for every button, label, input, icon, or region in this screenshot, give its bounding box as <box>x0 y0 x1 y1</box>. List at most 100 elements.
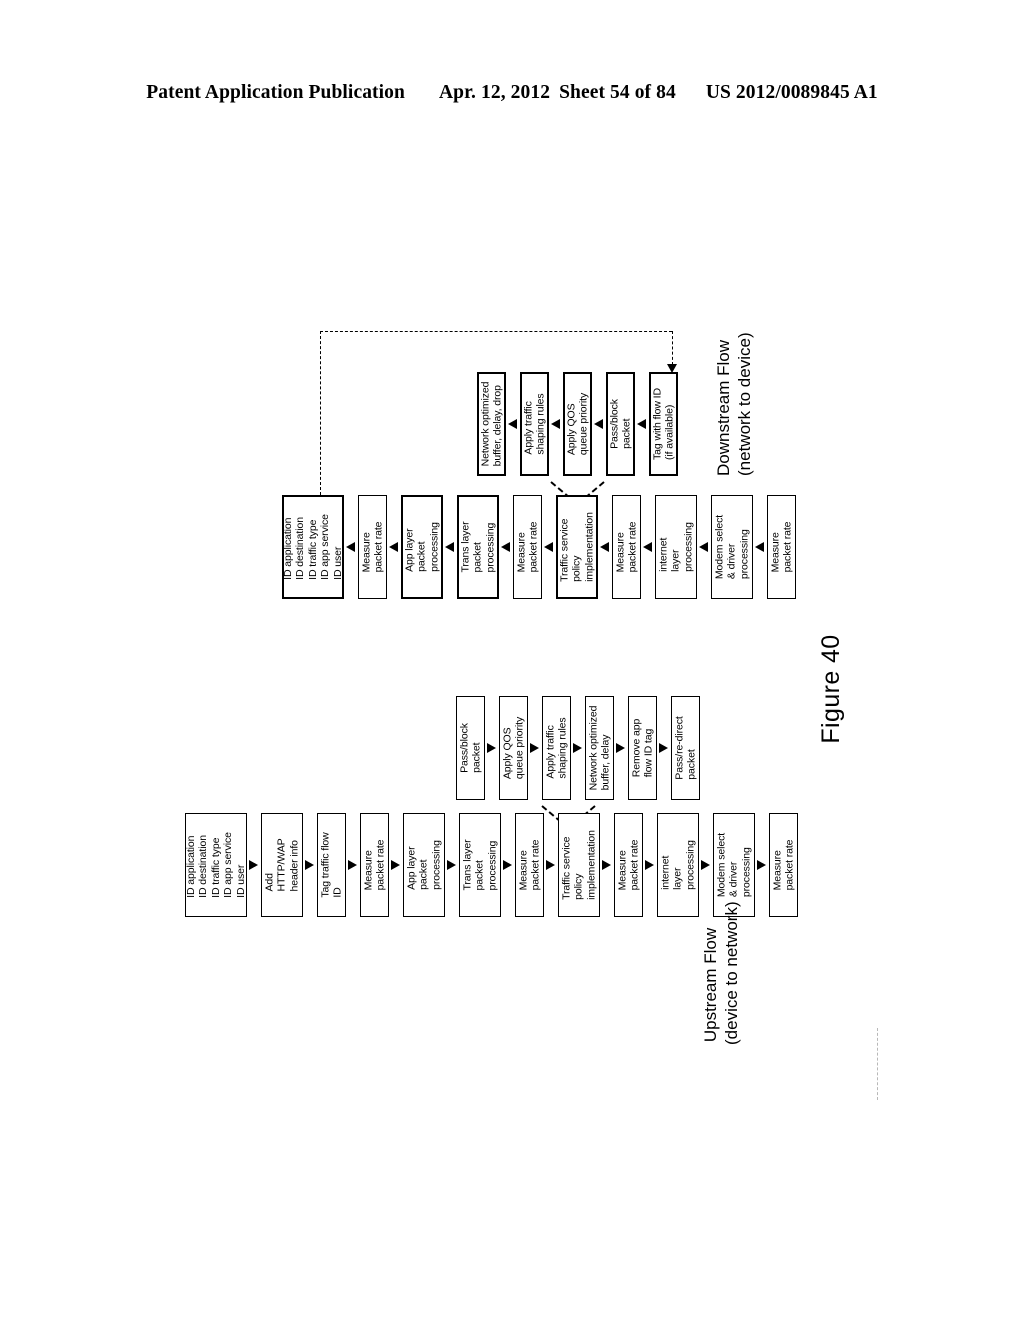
arrow-ds-main-8 <box>699 542 708 552</box>
box-us-tag-traffic-flow-id-label: Tag traffic flow ID <box>319 832 344 898</box>
arrow-us-qos-1 <box>487 743 496 753</box>
arrow-ds-main-7 <box>643 542 652 552</box>
box-ds-app-layer-packet-processing: App layer packet processing <box>401 495 443 599</box>
box-us-trans-layer-packet-processing-label: Trans layer packet processing <box>461 839 499 891</box>
box-ds-measure-packet-rate-3-label: Measure packet rate <box>614 521 639 573</box>
box-ds-pass-block-packet: Pass/block packet <box>606 372 635 476</box>
box-us-measure-packet-rate-3: Measure packet rate <box>614 813 643 917</box>
arrow-ds-main-9 <box>755 542 764 552</box>
box-us-apply-traffic-shaping-label: Apply traffic shaping rules <box>544 717 569 779</box>
box-ds-network-optimized: Network optimized buffer, delay, drop <box>477 372 506 476</box>
arrow-us-main-6 <box>503 860 512 870</box>
box-ds-network-optimized-label: Network optimized buffer, delay, drop <box>479 381 504 467</box>
arrow-us-main-2 <box>305 860 314 870</box>
arrow-ds-main-2 <box>389 542 398 552</box>
arrow-ds-main-5 <box>544 542 553 552</box>
box-us-measure-packet-rate-2: Measure packet rate <box>515 813 544 917</box>
upstream-flow-caption: Upstream Flow (device to network) <box>701 901 741 1045</box>
box-us-apply-qos-queue-label: Apply QOS queue priority <box>501 716 526 780</box>
box-us-app-layer-packet-processing-label: App layer packet processing <box>405 840 443 890</box>
arrow-ds-main-4 <box>501 542 510 552</box>
arrow-ds-qos-4 <box>637 419 646 429</box>
feedback-loop-right-segment <box>672 331 673 365</box>
box-ds-measure-packet-rate-4-label: Measure packet rate <box>769 521 794 573</box>
box-us-apply-traffic-shaping: Apply traffic shaping rules <box>542 696 571 800</box>
arrow-ds-main-6 <box>600 542 609 552</box>
box-ds-app-layer-packet-processing-label: App layer packet processing <box>403 522 441 572</box>
arrow-us-qos-2 <box>530 743 539 753</box>
box-us-modem-select-driver-label: Modem select & driver processing <box>715 832 753 898</box>
arrow-us-main-4 <box>391 860 400 870</box>
box-ds-apply-qos-queue: Apply QOS queue priority <box>563 372 592 476</box>
box-us-traffic-service-policy-label: Traffic service policy implementation <box>560 830 598 900</box>
box-us-id-application: ID application ID destination ID traffic… <box>185 813 247 917</box>
arrow-us-main-1 <box>249 860 258 870</box>
box-us-add-http-wap-header-label: Add HTTP/WAP header info <box>263 838 301 892</box>
box-us-pass-block-packet: Pass/block packet <box>456 696 485 800</box>
box-us-pass-block-packet-label: Pass/block packet <box>458 723 483 773</box>
box-ds-tag-with-flow-id: Tag with flow ID (if available) <box>649 372 678 476</box>
arrow-us-qos-3 <box>573 743 582 753</box>
arrow-ds-qos-1 <box>508 419 517 429</box>
feedback-loop-left-segment <box>320 331 321 495</box>
box-ds-id-application-label: ID application ID destination ID traffic… <box>281 514 344 580</box>
arrow-us-main-3 <box>348 860 357 870</box>
arrow-ds-qos-3 <box>594 419 603 429</box>
box-us-tag-traffic-flow-id: Tag traffic flow ID <box>317 813 346 917</box>
page-margin-tick <box>877 1028 878 1100</box>
box-ds-trans-layer-packet-processing: Trans layer packet processing <box>457 495 499 599</box>
box-us-pass-redirect-packet: Pass/re-direct packet <box>671 696 700 800</box>
arrow-us-main-11 <box>757 860 766 870</box>
box-ds-measure-packet-rate-2: Measure packet rate <box>513 495 542 599</box>
arrow-ds-main-3 <box>445 542 454 552</box>
box-us-network-optimized-label: Network optimized buffer, delay <box>587 705 612 791</box>
box-us-internet-layer-processing-label: internet layer processing <box>659 840 697 890</box>
arrow-ds-qos-2 <box>551 419 560 429</box>
box-ds-apply-qos-queue-label: Apply QOS queue priority <box>565 392 590 456</box>
box-ds-internet-layer-processing-label: internet layer processing <box>657 522 695 572</box>
box-ds-tag-with-flow-id-label: Tag with flow ID (if available) <box>651 388 676 460</box>
box-us-measure-packet-rate-3-label: Measure packet rate <box>616 839 641 891</box>
box-ds-modem-select-driver-label: Modem select & driver processing <box>713 514 751 580</box>
box-ds-measure-packet-rate-1: Measure packet rate <box>358 495 387 599</box>
box-us-remove-app-flow-id-tag-label: Remove app flow ID tag <box>630 718 655 778</box>
arrow-us-qos-5 <box>659 743 668 753</box>
box-ds-trans-layer-packet-processing-label: Trans layer packet processing <box>459 521 497 573</box>
box-ds-internet-layer-processing: internet layer processing <box>655 495 697 599</box>
box-us-measure-packet-rate-1: Measure packet rate <box>360 813 389 917</box>
box-us-traffic-service-policy: Traffic service policy implementation <box>558 813 600 917</box>
arrow-us-main-8 <box>602 860 611 870</box>
box-ds-traffic-service-policy: Traffic service policy implementation <box>556 495 598 599</box>
box-ds-id-application: ID application ID destination ID traffic… <box>282 495 344 599</box>
box-us-pass-redirect-packet-label: Pass/re-direct packet <box>673 716 698 780</box>
arrow-us-main-9 <box>645 860 654 870</box>
box-ds-measure-packet-rate-2-label: Measure packet rate <box>515 521 540 573</box>
box-ds-pass-block-packet-label: Pass/block packet <box>608 399 633 449</box>
box-ds-measure-packet-rate-1-label: Measure packet rate <box>360 521 385 573</box>
box-us-apply-qos-queue: Apply QOS queue priority <box>499 696 528 800</box>
box-us-remove-app-flow-id-tag: Remove app flow ID tag <box>628 696 657 800</box>
feedback-loop-top-segment <box>320 331 672 332</box>
box-ds-measure-packet-rate-4: Measure packet rate <box>767 495 796 599</box>
arrow-us-main-7 <box>546 860 555 870</box>
arrow-us-qos-4 <box>616 743 625 753</box>
box-us-measure-packet-rate-4: Measure packet rate <box>769 813 798 917</box>
box-us-trans-layer-packet-processing: Trans layer packet processing <box>459 813 501 917</box>
box-us-network-optimized: Network optimized buffer, delay <box>585 696 614 800</box>
box-us-app-layer-packet-processing: App layer packet processing <box>403 813 445 917</box>
box-us-measure-packet-rate-4-label: Measure packet rate <box>771 839 796 891</box>
downstream-flow-caption: Downstream Flow (network to device) <box>714 332 754 476</box>
box-ds-traffic-service-policy-label: Traffic service policy implementation <box>558 512 596 582</box>
arrow-us-main-5 <box>447 860 456 870</box>
arrow-ds-main-1 <box>346 542 355 552</box>
box-ds-apply-traffic-shaping: Apply traffic shaping rules <box>520 372 549 476</box>
box-us-internet-layer-processing: internet layer processing <box>657 813 699 917</box>
box-us-measure-packet-rate-1-label: Measure packet rate <box>362 839 387 891</box>
box-us-measure-packet-rate-2-label: Measure packet rate <box>517 839 542 891</box>
box-ds-apply-traffic-shaping-label: Apply traffic shaping rules <box>522 393 547 455</box>
figure-40-diagram: Network optimized buffer, delay, drop Ap… <box>0 0 1024 1320</box>
box-ds-measure-packet-rate-3: Measure packet rate <box>612 495 641 599</box>
arrow-us-main-10 <box>701 860 710 870</box>
box-us-add-http-wap-header: Add HTTP/WAP header info <box>261 813 303 917</box>
figure-label: Figure 40 <box>817 634 845 744</box>
